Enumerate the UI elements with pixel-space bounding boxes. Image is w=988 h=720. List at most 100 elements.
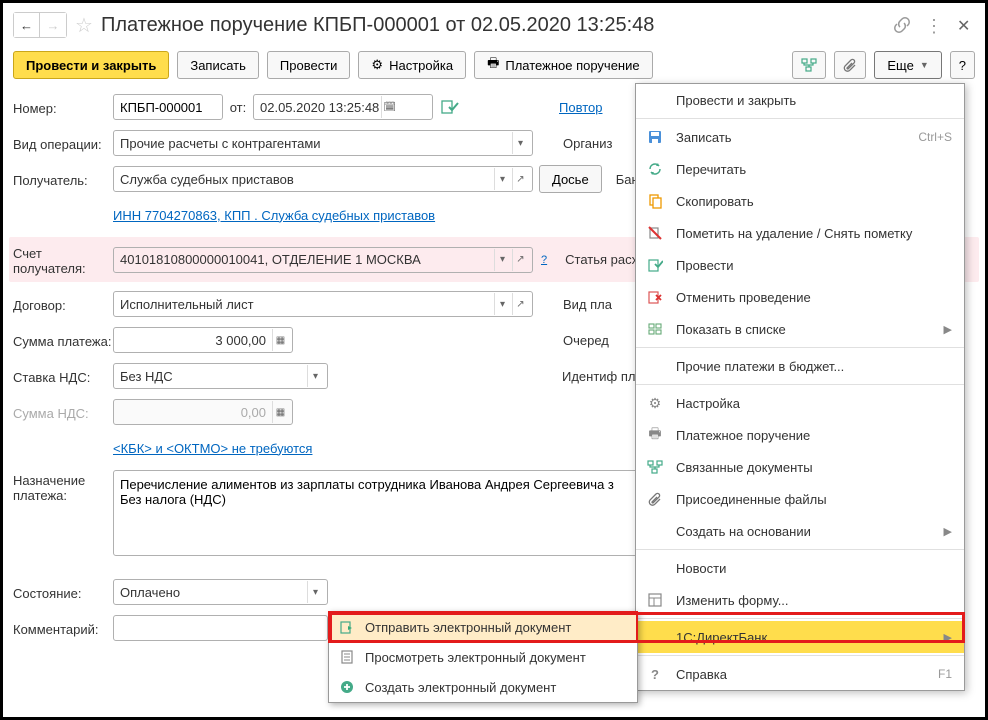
more-menu-item[interactable]: ЗаписатьCtrl+S — [636, 121, 964, 153]
link-icon[interactable] — [893, 16, 911, 34]
more-menu-item[interactable]: ?СправкаF1 — [636, 658, 964, 690]
chevron-down-icon[interactable]: ▾ — [494, 293, 510, 315]
blank-icon — [646, 522, 664, 540]
settings-button[interactable]: ⚙Настройка — [358, 51, 466, 79]
more-menu-item[interactable]: Провести и закрыть — [636, 84, 964, 116]
chevron-down-icon[interactable]: ▾ — [307, 365, 323, 387]
number-label: Номер: — [13, 98, 113, 116]
kebab-icon[interactable]: ⋮ — [925, 16, 943, 34]
blank-icon — [646, 91, 664, 109]
more-menu-item[interactable]: Новости — [636, 552, 964, 584]
more-button[interactable]: Еще▼ — [874, 51, 941, 79]
edoc-dropdown: Отправить электронный документПросмотрет… — [328, 611, 638, 703]
more-menu-item[interactable]: Провести — [636, 249, 964, 281]
number-field[interactable] — [113, 94, 223, 120]
more-menu-item[interactable]: Прочие платежи в бюджет... — [636, 350, 964, 382]
recipient-label: Получатель: — [13, 170, 113, 188]
chevron-down-icon[interactable]: ▾ — [512, 132, 528, 154]
copy-icon — [646, 192, 664, 210]
recipient-field[interactable]: Служба судебных приставов▾↗ — [113, 166, 533, 192]
help-button[interactable]: ? — [950, 51, 975, 79]
inn-link[interactable]: ИНН 7704270863, КПП . Служба судебных пр… — [113, 208, 435, 223]
chevron-right-icon: ▶ — [944, 631, 952, 644]
post-and-close-button[interactable]: Провести и закрыть — [13, 51, 169, 79]
more-menu-item[interactable]: Присоединенные файлы — [636, 483, 964, 515]
open-icon[interactable]: ↗ — [512, 293, 528, 315]
chevron-down-icon[interactable]: ▾ — [494, 168, 510, 190]
more-menu-item[interactable]: Скопировать — [636, 185, 964, 217]
more-menu-item[interactable]: Пометить на удаление / Снять пометку — [636, 217, 964, 249]
amount-field[interactable]: 3 000,00▦ — [113, 327, 293, 353]
view-icon — [339, 649, 355, 665]
chevron-down-icon[interactable]: ▾ — [307, 581, 323, 603]
page-title: Платежное поручение КПБП-000001 от 02.05… — [101, 14, 885, 37]
posted-icon — [441, 99, 459, 115]
list-icon — [646, 320, 664, 338]
printer-icon: 🖶 — [487, 54, 499, 76]
purpose-field[interactable]: Перечисление алиментов из зарплаты сотру… — [113, 470, 703, 556]
edoc-item[interactable]: Отправить электронный документ — [329, 612, 637, 642]
repeat-link[interactable]: Повтор — [559, 100, 602, 115]
org-label: Организ — [563, 136, 612, 151]
open-icon[interactable]: ↗ — [512, 249, 528, 271]
more-menu-item[interactable]: 1С:ДиректБанк▶ — [636, 621, 964, 653]
more-menu: Провести и закрыть ЗаписатьCtrl+SПеречита… — [635, 83, 965, 691]
amount-label: Сумма платежа: — [13, 331, 113, 349]
more-menu-item[interactable]: Перечитать — [636, 153, 964, 185]
linked-icon — [646, 458, 664, 476]
calc-icon[interactable]: ▦ — [272, 329, 288, 351]
vatrate-label: Ставка НДС: — [13, 367, 113, 385]
comment-field[interactable] — [113, 615, 328, 641]
nav-back[interactable]: ← — [14, 13, 40, 37]
more-menu-item[interactable]: Показать в списке▶ — [636, 313, 964, 345]
chevron-down-icon[interactable]: ▾ — [494, 249, 510, 271]
optype-field[interactable]: Прочие расчеты с контрагентами▾ — [113, 130, 533, 156]
attach-icon — [646, 490, 664, 508]
more-menu-item[interactable]: Связанные документы — [636, 451, 964, 483]
calendar-icon[interactable]: 🗓 — [381, 96, 397, 118]
more-menu-item[interactable]: Изменить форму... — [636, 584, 964, 616]
print-button[interactable]: 🖶Платежное поручение — [474, 51, 653, 79]
unpost-icon — [646, 288, 664, 306]
attach-button[interactable] — [834, 51, 866, 79]
post-button[interactable]: Провести — [267, 51, 351, 79]
help-icon: ? — [646, 665, 664, 683]
vatamount-field: 0,00▦ — [113, 399, 293, 425]
close-icon[interactable]: ✕ — [957, 16, 975, 34]
optype-label: Вид операции: — [13, 134, 113, 152]
structure-button[interactable] — [792, 51, 826, 79]
status-label: Состояние: — [13, 583, 113, 601]
more-menu-item[interactable]: 🖶Платежное поручение — [636, 419, 964, 451]
dossier-button[interactable]: Досье — [539, 165, 602, 193]
calc-icon: ▦ — [272, 401, 288, 423]
send-icon — [339, 619, 355, 635]
edoc-item[interactable]: Создать электронный документ — [329, 672, 637, 702]
help-qmark[interactable]: ? — [541, 254, 547, 266]
kbk-link[interactable]: <КБК> и <ОКТМО> не требуются — [113, 441, 312, 456]
more-menu-item[interactable]: Создать на основании▶ — [636, 515, 964, 547]
delete-icon — [646, 224, 664, 242]
gear-icon: ⚙ — [646, 394, 664, 412]
from-label: от: — [223, 100, 253, 115]
nav-forward[interactable]: → — [40, 13, 66, 37]
favorite-star-icon[interactable]: ☆ — [75, 13, 93, 38]
add-icon — [339, 679, 355, 695]
save-button[interactable]: Записать — [177, 51, 259, 79]
edoc-item[interactable]: Просмотреть электронный документ — [329, 642, 637, 672]
status-field[interactable]: Оплачено▾ — [113, 579, 328, 605]
chevron-right-icon: ▶ — [944, 323, 952, 336]
print-icon: 🖶 — [646, 426, 664, 444]
open-icon[interactable]: ↗ — [512, 168, 528, 190]
date-field[interactable]: 02.05.2020 13:25:48🗓 — [253, 94, 433, 120]
nav-arrows: ← → — [13, 12, 67, 38]
vatrate-field[interactable]: Без НДС▾ — [113, 363, 328, 389]
more-menu-item[interactable]: ⚙Настройка — [636, 387, 964, 419]
vatamount-label: Сумма НДС: — [13, 403, 113, 421]
recipacc-field[interactable]: 40101810800000010041, ОТДЕЛЕНИЕ 1 МОСКВА… — [113, 247, 533, 273]
more-menu-item[interactable]: Отменить проведение — [636, 281, 964, 313]
chevron-down-icon: ▼ — [920, 60, 929, 70]
purpose-label: Назначение платежа: — [13, 470, 113, 503]
contract-field[interactable]: Исполнительный лист▾↗ — [113, 291, 533, 317]
contract-label: Договор: — [13, 295, 113, 313]
post-icon — [646, 256, 664, 274]
